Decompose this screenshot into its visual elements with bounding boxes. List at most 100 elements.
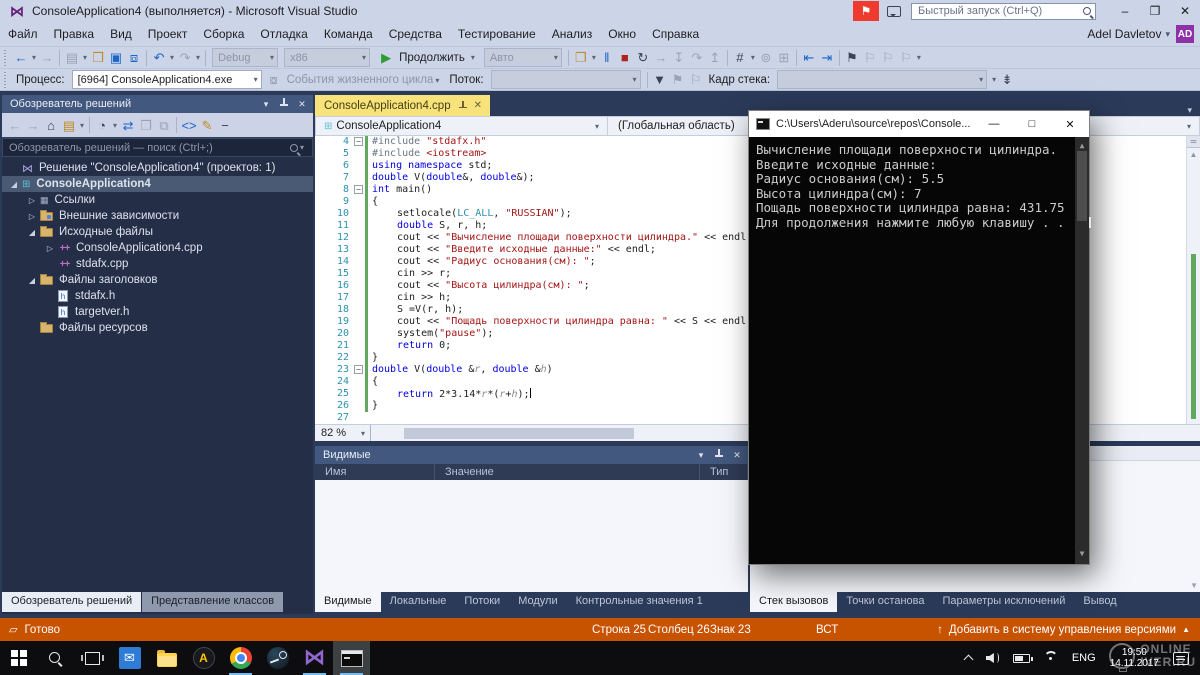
prev-bookmark-icon[interactable]: ⚐: [861, 48, 879, 68]
flagged-threads-icon[interactable]: ⚑: [669, 70, 687, 90]
redo-icon[interactable]: ↷: [176, 48, 194, 68]
se-view-code-icon[interactable]: <>: [180, 115, 198, 135]
show-next-statement-icon[interactable]: →: [652, 48, 670, 68]
user-dropdown-chevron-icon[interactable]: ▾: [1165, 29, 1170, 40]
task-view-icon[interactable]: [74, 641, 111, 675]
source-control-button[interactable]: ↑ Добавить в систему управления версиями…: [937, 618, 1190, 641]
aimp-icon[interactable]: [185, 641, 222, 675]
clock[interactable]: 19:50 14.11.2017: [1103, 641, 1166, 675]
hex-dropdown[interactable]: ▾: [749, 53, 757, 62]
breakpoints-window-icon[interactable]: ⊚: [757, 48, 775, 68]
tab-item[interactable]: Стек вызовов: [750, 592, 837, 612]
console-scrollbar[interactable]: ▲ ▼: [1075, 137, 1089, 564]
tree-item[interactable]: ◢Файлы заголовков: [2, 272, 313, 288]
tree-item[interactable]: hstdafx.h: [2, 288, 313, 304]
document-list-chevron-icon[interactable]: ▾: [1187, 105, 1200, 116]
expand-arrow-icon[interactable]: ▷: [26, 212, 38, 221]
menu-item[interactable]: Вид: [102, 22, 140, 46]
solution-config-combo[interactable]: Debug▾: [212, 48, 278, 67]
diagnostics-dropdown[interactable]: ▾: [590, 53, 598, 62]
hex-display-icon[interactable]: #: [731, 48, 749, 68]
tab-item[interactable]: Представление классов: [142, 592, 283, 612]
menu-item[interactable]: Справка: [644, 22, 707, 46]
tab-item[interactable]: Видимые: [315, 592, 381, 612]
menu-item[interactable]: Сборка: [195, 22, 252, 46]
tab-item[interactable]: Контрольные значения 1: [567, 592, 712, 612]
column-header[interactable]: Тип: [700, 464, 748, 480]
bookmark-icon[interactable]: ⚑: [843, 48, 861, 68]
panel-menu-chevron-icon[interactable]: ▾: [257, 99, 275, 110]
project-scope-combo[interactable]: ⊞ ConsoleApplication4 ▾: [316, 117, 608, 135]
console-output[interactable]: Вычисление площади поверхности цилиндра.…: [749, 137, 1089, 564]
quick-launch-input[interactable]: Быстрый запуск (Ctrl+Q): [911, 3, 1096, 20]
tree-item[interactable]: ⋈Решение "ConsoleApplication4" (проектов…: [2, 160, 313, 176]
steam-icon[interactable]: [259, 641, 296, 675]
redo-dropdown[interactable]: ▾: [194, 53, 202, 62]
horizontal-scrollbar-thumb[interactable]: [404, 428, 634, 439]
editor-vertical-scrollbar[interactable]: ═ ▲: [1186, 136, 1200, 424]
network-icon[interactable]: [1037, 641, 1065, 675]
close-button[interactable]: ✕: [1170, 0, 1200, 22]
open-file-icon[interactable]: ❒: [89, 48, 107, 68]
thread-combo[interactable]: ▾: [491, 70, 641, 89]
scroll-down-icon[interactable]: ▼: [1075, 547, 1089, 562]
se-sync-selection-icon[interactable]: ⇄: [119, 115, 137, 135]
se-home-icon[interactable]: ⌂: [42, 115, 60, 135]
toolbar-grip[interactable]: [4, 72, 9, 88]
split-editor-handle[interactable]: ═: [1187, 136, 1200, 148]
restart-icon[interactable]: ↻: [634, 48, 652, 68]
panel-close-icon[interactable]: ✕: [728, 450, 746, 461]
user-avatar[interactable]: AD: [1176, 25, 1194, 43]
column-header[interactable]: Имя: [315, 464, 435, 480]
se-switch-views-icon[interactable]: ▤: [60, 115, 78, 135]
tree-item[interactable]: ◢⊞ConsoleApplication4: [2, 176, 313, 192]
panel-pin-icon[interactable]: [710, 448, 728, 462]
tab-item[interactable]: Точки останова: [837, 592, 933, 612]
indent-increase-icon[interactable]: ⇥: [818, 48, 836, 68]
tab-pin-icon[interactable]: [458, 100, 468, 112]
tab-item[interactable]: Параметры исключений: [934, 592, 1075, 612]
menu-item[interactable]: Файл: [0, 22, 46, 46]
visual-studio-icon[interactable]: [296, 641, 333, 675]
expand-arrow-icon[interactable]: ▷: [26, 196, 38, 205]
tray-overflow-chevron-icon[interactable]: [958, 641, 979, 675]
process-combo[interactable]: [6964] ConsoleApplication4.exe▾: [72, 70, 262, 89]
menu-item[interactable]: Анализ: [544, 22, 601, 46]
tab-item[interactable]: Потоки: [455, 592, 509, 612]
feedback-flag-button[interactable]: ⚑: [853, 1, 879, 21]
tab-item[interactable]: Модули: [509, 592, 566, 612]
tab-item[interactable]: Вывод: [1074, 592, 1125, 612]
tree-item[interactable]: Файлы ресурсов: [2, 320, 313, 336]
collapse-arrow-icon[interactable]: ◢: [26, 228, 38, 237]
document-tab[interactable]: ConsoleApplication4.cpp ✕: [315, 95, 490, 116]
undo-dropdown[interactable]: ▾: [168, 53, 176, 62]
menu-item[interactable]: Правка: [46, 22, 103, 46]
console-close-button[interactable]: ✕: [1051, 111, 1089, 137]
fold-collapse-icon[interactable]: −: [354, 137, 363, 146]
diagnostics-icon[interactable]: ❐: [572, 48, 590, 68]
navigate-back-dropdown[interactable]: ▾: [30, 53, 38, 62]
memory-window-icon[interactable]: ⊞: [775, 48, 793, 68]
step-over-icon[interactable]: ↷: [688, 48, 706, 68]
editor-zoom-combo[interactable]: 82 % ▾: [315, 427, 367, 439]
tab-item[interactable]: Локальные: [381, 592, 456, 612]
tree-item[interactable]: ▷▦Ссылки: [2, 192, 313, 208]
solution-explorer-search-input[interactable]: Обозреватель решений — поиск (Ctrl+;) ▾: [2, 138, 313, 157]
console-title-bar[interactable]: C:\Users\Aderu\source\repos\Console... —…: [749, 111, 1089, 137]
action-center-icon[interactable]: [1166, 641, 1200, 675]
save-icon[interactable]: ▣: [107, 48, 125, 68]
keyboard-language[interactable]: ENG: [1065, 641, 1103, 675]
tree-item[interactable]: ▷Внешние зависимости: [2, 208, 313, 224]
volume-icon[interactable]: [979, 641, 1006, 675]
new-project-icon[interactable]: ▤: [63, 48, 81, 68]
menu-item[interactable]: Проект: [140, 22, 196, 46]
expand-arrow-icon[interactable]: ▷: [44, 244, 56, 253]
file-explorer-icon[interactable]: [148, 641, 185, 675]
taskbar-search-icon[interactable]: [37, 641, 74, 675]
panel-menu-chevron-icon[interactable]: ▾: [692, 450, 710, 461]
tab-item[interactable]: Обозреватель решений: [2, 592, 141, 612]
menu-item[interactable]: Средства: [381, 22, 450, 46]
collapse-arrow-icon[interactable]: ◢: [8, 180, 20, 189]
column-header[interactable]: Значение: [435, 464, 700, 480]
minimize-button[interactable]: –: [1110, 0, 1140, 22]
